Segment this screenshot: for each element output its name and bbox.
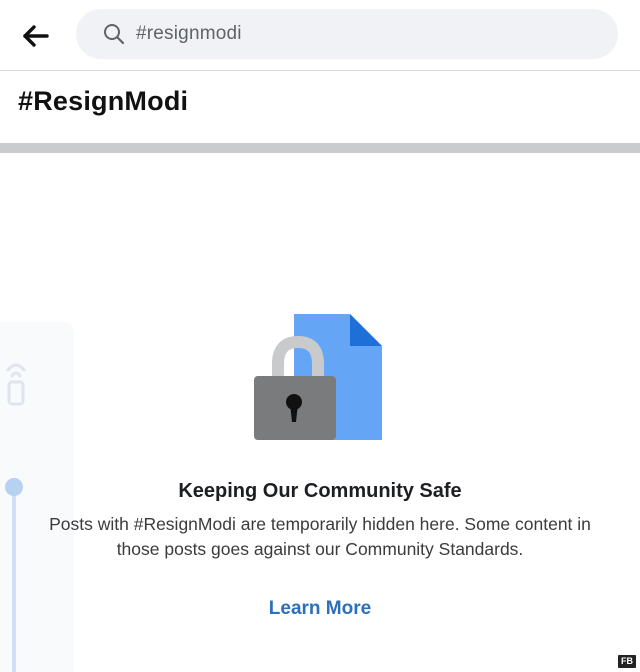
search-input[interactable]: #resignmodi [76, 9, 618, 59]
notice-body: Posts with #ResignModi are temporarily h… [49, 514, 591, 559]
top-search-bar: #resignmodi [0, 0, 640, 70]
search-query-text: #resignmodi [136, 23, 242, 44]
learn-more-link[interactable]: Learn More [0, 598, 640, 620]
divider [0, 70, 640, 71]
notice-headline: Keeping Our Community Safe [178, 480, 462, 502]
faded-track [12, 488, 16, 672]
back-button[interactable] [18, 18, 54, 54]
page: #resignmodi #ResignModi Keeping Our Comm… [0, 0, 640, 672]
search-icon [102, 22, 126, 46]
locked-document-icon [254, 314, 382, 440]
fb-watermark: FB [618, 655, 636, 668]
faded-signal-icon [6, 363, 26, 406]
page-title: #ResignModi [18, 86, 189, 116]
section-divider [0, 143, 640, 153]
arrow-left-icon [23, 25, 49, 47]
